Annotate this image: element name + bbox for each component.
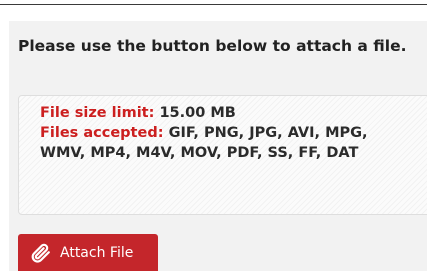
size-limit-line: File size limit: 15.00 MB (40, 103, 410, 123)
file-requirements-text: File size limit: 15.00 MB Files accepted… (40, 103, 410, 163)
size-limit-value: 15.00 MB (159, 105, 236, 121)
files-accepted-line: Files accepted: GIF, PNG, JPG, AVI, MPG,… (40, 123, 410, 163)
paperclip-icon (30, 242, 52, 264)
top-divider (0, 4, 427, 5)
attach-file-label: Attach File (60, 244, 134, 261)
attach-file-section: Please use the button below to attach a … (0, 0, 427, 271)
upload-instruction: Please use the button below to attach a … (18, 37, 407, 55)
attach-file-button[interactable]: Attach File (18, 234, 158, 271)
size-limit-label: File size limit: (40, 105, 155, 121)
files-accepted-label: Files accepted: (40, 125, 164, 141)
